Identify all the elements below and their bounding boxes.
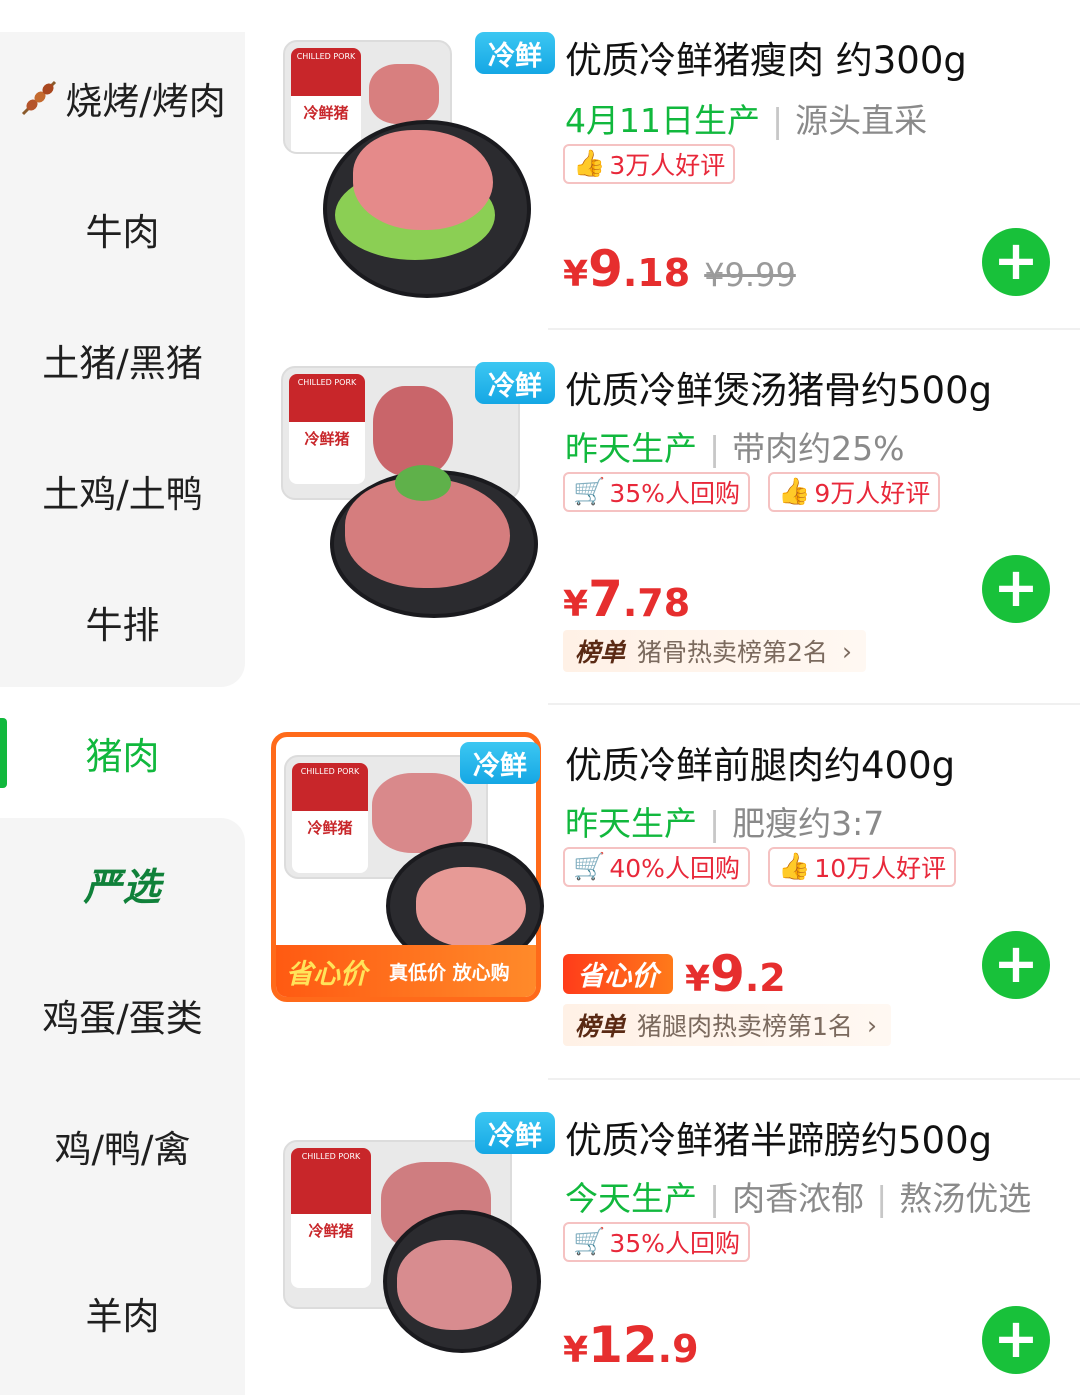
cart-icon: 🛒: [573, 477, 606, 507]
sidebar-item-label: 鸡蛋/蛋类: [42, 996, 203, 1040]
original-price: ¥9.99: [704, 256, 796, 294]
sidebar-item-label: 土猪/黑猪: [42, 341, 203, 385]
product-tags: 🛒 35%人回购: [563, 1222, 750, 1262]
add-to-cart-button[interactable]: +: [982, 1306, 1050, 1374]
thumbs-up-icon: 👍: [573, 149, 606, 179]
promo-price-badge: 省心价: [563, 953, 673, 994]
product-price: ¥9.18 ¥9.99: [563, 240, 796, 298]
product-title[interactable]: 优质冷鲜前腿肉约400g: [565, 735, 955, 789]
sidebar-item-bbq[interactable]: 烧烤/烤肉: [0, 32, 245, 163]
cart-icon: 🛒: [573, 852, 606, 882]
product-image[interactable]: CHILLED PORK 冷鲜猪 冷鲜: [275, 30, 555, 300]
sidebar-item-pork[interactable]: 猪肉: [0, 687, 245, 818]
product-card[interactable]: CHILLED PORK 冷鲜猪 冷鲜 优质冷鲜煲汤猪骨约500g 昨天生产 | 带…: [245, 330, 1080, 705]
fresh-badge: 冷鲜: [475, 32, 555, 74]
product-note: 源头直采: [795, 101, 928, 140]
product-title[interactable]: 优质冷鲜煲汤猪骨约500g: [565, 360, 992, 414]
product-note: 熬汤优选: [899, 1179, 1032, 1218]
add-to-cart-button[interactable]: +: [982, 228, 1050, 296]
package-label: CHILLED PORK 冷鲜猪: [291, 48, 361, 152]
production-date: 昨天生产: [565, 804, 697, 843]
product-subtitle: 昨天生产 | 肥瘦约3:7: [565, 804, 885, 843]
sidebar-item-steak[interactable]: 牛排: [0, 556, 245, 687]
sidebar-item-label: 土鸡/土鸭: [42, 472, 203, 516]
product-tags: 🛒 40%人回购 👍 10万人好评: [563, 847, 957, 887]
sidebar-item-label: 鸡/鸭/禽: [54, 1127, 191, 1171]
cart-icon: 🛒: [573, 1227, 606, 1257]
tag-reviews: 👍 3万人好评: [563, 144, 736, 184]
add-to-cart-button[interactable]: +: [982, 555, 1050, 623]
product-tags: 🛒 35%人回购 👍 9万人好评: [563, 472, 941, 512]
active-indicator: [0, 718, 7, 788]
product-note: 肥瘦约3:7: [732, 804, 885, 843]
tag-repurchase: 🛒 35%人回购: [563, 1222, 750, 1262]
tag-repurchase: 🛒 35%人回购: [563, 472, 750, 512]
tag-reviews: 👍 9万人好评: [767, 472, 941, 512]
ranking-link[interactable]: 榜单 猪腿肉热卖榜第1名 ›: [563, 1004, 891, 1046]
product-note: 带肉约25%: [732, 429, 905, 468]
product-price: ¥7.78: [563, 570, 691, 628]
fresh-badge: 冷鲜: [475, 1112, 555, 1154]
sidebar-item-native-pork[interactable]: 土猪/黑猪: [0, 294, 245, 425]
product-subtitle: 昨天生产 | 带肉约25%: [565, 429, 905, 468]
add-to-cart-button[interactable]: +: [982, 931, 1050, 999]
product-subtitle: 4月11日生产 | 源头直采: [565, 101, 928, 140]
sidebar-item-native-chicken-duck[interactable]: 土鸡/土鸭: [0, 425, 245, 556]
product-note: 肉香浓郁: [732, 1179, 865, 1218]
package-label: CHILLED PORK 冷鲜猪: [292, 763, 368, 873]
production-date: 今天生产: [565, 1179, 697, 1218]
product-image[interactable]: CHILLED PORK 冷鲜猪 冷鲜: [275, 360, 555, 630]
sidebar-item-beef[interactable]: 牛肉: [0, 163, 245, 294]
product-image[interactable]: CHILLED PORK 冷鲜猪 冷鲜: [275, 1110, 555, 1380]
product-card[interactable]: CHILLED PORK 冷鲜猪 冷鲜 优质冷鲜猪瘦肉 约300g 4月11日生…: [245, 0, 1080, 330]
sidebar-item-label: 烧烤/烤肉: [65, 79, 226, 123]
fresh-badge: 冷鲜: [475, 362, 555, 404]
production-date: 昨天生产: [565, 429, 697, 468]
tag-reviews: 👍 10万人好评: [767, 847, 957, 887]
product-image[interactable]: CHILLED PORK 冷鲜猪 省心价 真低价 放心购 冷鲜: [271, 732, 544, 1002]
product-card[interactable]: CHILLED PORK 冷鲜猪 冷鲜 优质冷鲜猪半蹄膀约500g 今天生产 | 肉…: [245, 1080, 1080, 1395]
skewer-icon: [22, 80, 57, 115]
sidebar-item-yanxuan[interactable]: 严选: [0, 818, 245, 949]
chevron-right-icon: ›: [866, 1010, 877, 1040]
sidebar-item-poultry[interactable]: 鸡/鸭/禽: [0, 1080, 245, 1211]
sidebar-item-label: 羊肉: [85, 1295, 160, 1338]
promo-banner: 省心价 真低价 放心购: [276, 945, 536, 997]
sidebar-item-label: 猪肉: [85, 734, 160, 778]
ranking-link[interactable]: 榜单 猪骨热卖榜第2名 ›: [563, 630, 866, 672]
product-subtitle: 今天生产 | 肉香浓郁 | 熬汤优选: [565, 1179, 1032, 1218]
sidebar-item-eggs[interactable]: 鸡蛋/蛋类: [0, 949, 245, 1080]
package-label: CHILLED PORK 冷鲜猪: [289, 374, 365, 484]
sidebar-item-lamb[interactable]: 羊肉: [0, 1211, 245, 1395]
product-price: 省心价 ¥9.2: [563, 945, 786, 1003]
product-card[interactable]: CHILLED PORK 冷鲜猪 省心价 真低价 放心购 冷鲜 优质冷鲜前腿肉约4…: [245, 705, 1080, 1080]
product-title[interactable]: 优质冷鲜猪半蹄膀约500g: [565, 1110, 992, 1164]
product-price: ¥12.9: [563, 1316, 699, 1374]
category-sidebar: 烧烤/烤肉 牛肉 土猪/黑猪 土鸡/土鸭 牛排 猪肉 严选 鸡蛋/蛋类 鸡/鸭/…: [0, 0, 245, 1395]
package-label: CHILLED PORK 冷鲜猪: [291, 1148, 371, 1288]
sidebar-item-label: 牛肉: [85, 210, 160, 254]
product-title[interactable]: 优质冷鲜猪瘦肉 约300g: [565, 30, 967, 84]
thumbs-up-icon: 👍: [777, 852, 811, 882]
tag-repurchase: 🛒 40%人回购: [563, 847, 750, 887]
fresh-badge: 冷鲜: [460, 742, 540, 784]
sidebar-item-label: 严选: [83, 865, 162, 909]
product-tags: 👍 3万人好评: [563, 144, 736, 184]
production-date: 4月11日生产: [565, 101, 760, 140]
thumbs-up-icon: 👍: [777, 477, 811, 507]
sidebar-item-label: 牛排: [85, 603, 160, 647]
chevron-right-icon: ›: [841, 636, 852, 666]
